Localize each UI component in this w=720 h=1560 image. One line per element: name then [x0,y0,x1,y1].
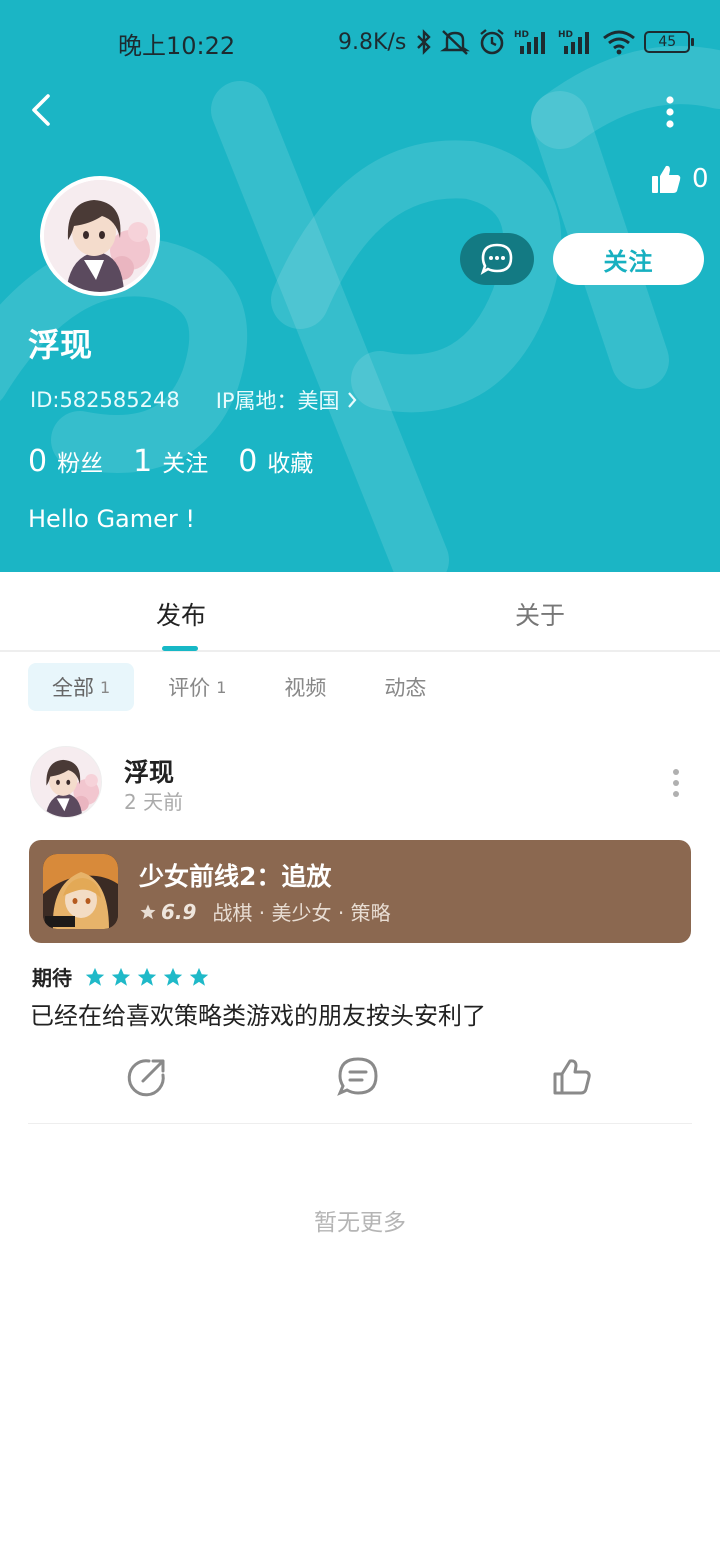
bluetooth-icon [417,29,431,55]
tab-about[interactable]: 关于 [515,596,565,632]
share-icon[interactable] [125,1055,169,1099]
back-icon[interactable] [24,88,64,132]
message-button[interactable] [460,233,534,285]
filter-label: 视频 [284,676,327,700]
review-rating: 期待 [32,962,210,991]
tab-posts[interactable]: 发布 [156,596,206,632]
stat-number: 1 [133,444,153,479]
profile-stats: 0 粉丝 1 关注 0 收藏 [28,444,343,479]
status-time: 晚上10:22 [118,32,236,60]
svg-text:HD: HD [514,30,529,40]
profile-header: 晚上10:22 9.8K/s HD HD 45 0 关注 浮现 ID:58258… [0,0,720,572]
profile-username: 浮现 [28,326,93,364]
filter-moments[interactable]: 动态 [360,663,450,711]
filter-label: 动态 [384,676,427,700]
chat-bubble-icon [480,243,513,275]
filter-count: 1 [216,677,227,697]
alarm-icon [480,29,505,55]
post-author-avatar[interactable] [30,746,102,818]
game-score: 6.9 [161,899,197,924]
follow-button[interactable]: 关注 [553,233,704,285]
thumbs-up-icon [652,165,681,193]
main-tabs: 发布 关于 [0,572,720,652]
stat-number: 0 [28,444,48,479]
avatar-illustration [31,747,101,817]
rating-label: 期待 [32,966,72,990]
review-text: 已经在给喜欢策略类游戏的朋友按头安利了 [30,1002,486,1030]
profile-like-counter[interactable]: 0 [650,163,709,195]
network-speed: 9.8K/s [338,29,407,55]
game-card[interactable]: 少女前线2：追放 6.9 战棋 · 美少女 · 策略 [29,840,691,943]
star-icon [137,967,157,986]
star-icon [111,967,131,986]
status-icons: 9.8K/s HD HD 45 [338,26,695,58]
game-meta: 6.9 战棋 · 美少女 · 策略 [139,897,391,926]
profile-avatar[interactable] [40,176,160,296]
post-more-options-icon[interactable] [666,766,686,802]
star-icon [189,967,209,986]
post-timestamp: 2 天前 [124,790,184,814]
game-tags: 战棋 · 美少女 · 策略 [212,901,391,925]
stat-label: 粉丝 [57,451,104,477]
more-options-icon[interactable] [656,92,684,132]
game-icon [43,854,118,929]
filter-label: 全部 [52,676,94,700]
post-divider [28,1123,692,1124]
svg-text:HD: HD [558,30,573,40]
signal-hd-icon: HD [514,30,546,54]
filter-count: 1 [100,677,111,697]
battery-icon: 45 [644,31,695,53]
star-icon [140,904,156,919]
wifi-icon [603,30,636,55]
stat-fans[interactable]: 0 粉丝 [28,444,103,479]
active-tab-indicator [162,646,198,651]
no-more-content: 暂无更多 [314,1210,406,1236]
chevron-right-icon[interactable] [346,390,358,410]
stat-favorites[interactable]: 0 收藏 [238,444,313,479]
stat-label: 收藏 [267,451,314,477]
profile-id-row: ID:582585248 IP属地：美国 [30,385,358,415]
filter-videos[interactable]: 视频 [260,663,350,711]
filter-label: 评价 [168,676,211,700]
comment-icon[interactable] [336,1055,380,1099]
signal-hd-icon-2: HD [558,30,590,54]
game-title: 少女前线2：追放 [139,862,332,891]
star-icon [85,967,105,986]
user-id: ID:582585248 [30,388,180,412]
stat-number: 0 [238,444,258,479]
mute-bell-icon [440,30,471,55]
profile-like-count: 0 [692,164,709,194]
stat-label: 关注 [162,451,209,477]
filter-chips: 全部 1 评价 1 视频 动态 [28,663,460,711]
filter-all[interactable]: 全部 1 [28,663,135,711]
like-icon[interactable] [550,1055,594,1099]
profile-bio: Hello Gamer ! [28,505,196,533]
star-icon [163,967,183,986]
ip-location[interactable]: IP属地：美国 [216,385,340,415]
filter-reviews[interactable]: 评价 1 [144,663,250,711]
stat-following[interactable]: 1 关注 [133,444,208,479]
avatar-illustration [44,180,156,292]
post-author-name[interactable]: 浮现 [124,753,174,789]
game-art [43,854,118,929]
status-bar: 晚上10:22 9.8K/s HD HD 45 [0,0,720,82]
